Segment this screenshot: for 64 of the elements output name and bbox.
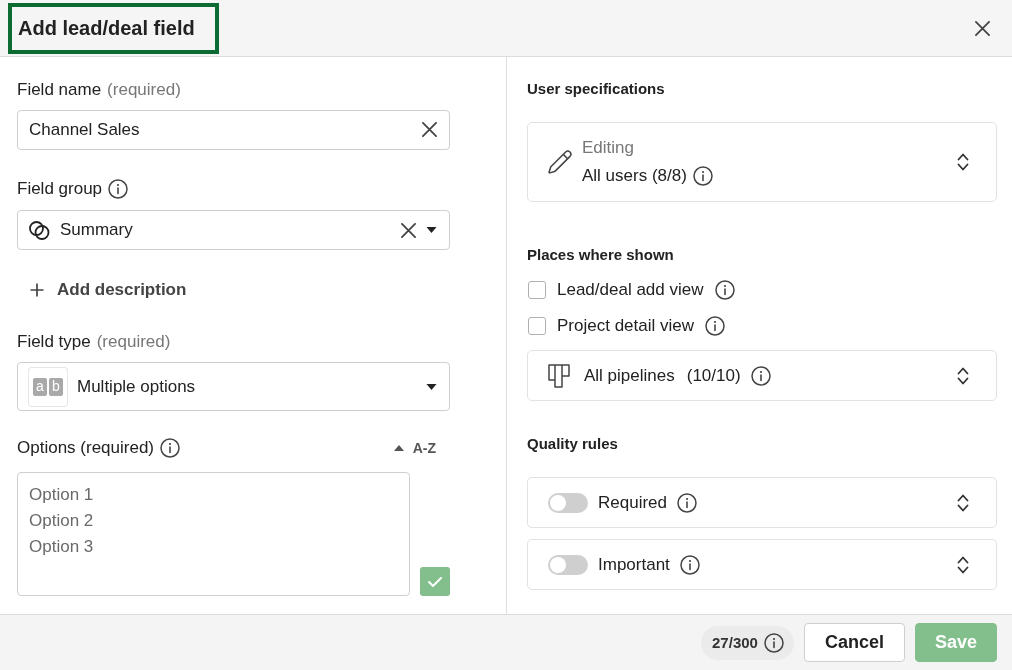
rule-label: Required (598, 492, 667, 513)
cancel-button[interactable]: Cancel (803, 623, 905, 662)
editing-permission-select[interactable]: Editing All users (8/8) (527, 122, 997, 202)
info-icon[interactable] (677, 492, 697, 513)
pipelines-select[interactable]: All pipelines (10/10) (527, 350, 997, 401)
caret-down-icon (426, 227, 437, 233)
pipelines-count: (10/10) (686, 365, 741, 386)
info-icon[interactable] (763, 632, 784, 653)
chevron-up-down-icon (957, 366, 969, 385)
chevron-up-down-icon (957, 493, 969, 512)
toggle-switch[interactable] (548, 554, 588, 575)
field-name-input[interactable]: Channel Sales (17, 110, 450, 150)
chevron-up-down-icon (957, 153, 969, 171)
clear-icon (422, 122, 437, 137)
quality-rule-row[interactable]: Important (527, 539, 997, 590)
info-icon[interactable] (705, 316, 725, 336)
plus-icon (30, 283, 44, 297)
close-button[interactable] (975, 20, 990, 36)
close-icon (975, 20, 990, 36)
check-icon (428, 576, 442, 587)
overlapping-circles-icon (29, 220, 50, 240)
rule-label: Important (598, 554, 670, 575)
checkbox-label: Lead/deal add view (557, 280, 704, 300)
selected-value: Summary (60, 220, 134, 240)
caret-up-icon (393, 445, 404, 451)
permission-value: All users (8/8) (582, 166, 687, 186)
info-icon[interactable] (160, 438, 180, 458)
info-icon[interactable] (750, 365, 771, 386)
required-hint: (required) (107, 80, 181, 100)
field-label: Field type (17, 332, 91, 352)
info-icon[interactable] (108, 179, 129, 199)
clear-button[interactable] (401, 222, 416, 238)
text-type-icon: a b (29, 367, 67, 406)
quality-rule-row[interactable]: Required (527, 477, 997, 528)
pipelines-label: All pipelines (584, 365, 675, 386)
permission-label: Editing (582, 138, 634, 158)
clear-icon (401, 222, 416, 238)
field-type-select[interactable]: a b Multiple options (17, 362, 450, 411)
options-textarea[interactable]: Option 1 Option 2 Option 3 (17, 472, 410, 596)
caret-down-icon (426, 383, 437, 390)
field-group-select[interactable]: Summary (17, 210, 450, 250)
info-icon[interactable] (692, 166, 713, 186)
required-hint: (required) (96, 332, 171, 352)
checkbox-label: Project detail view (557, 316, 694, 336)
section-heading: User specifications (527, 80, 665, 98)
toggle-switch[interactable] (548, 492, 588, 513)
field-label: Field name (17, 80, 102, 100)
chevron-up-down-icon (957, 555, 969, 574)
info-icon[interactable] (714, 280, 735, 300)
clear-button[interactable] (422, 122, 437, 137)
checkbox[interactable] (528, 281, 546, 299)
info-icon[interactable] (679, 554, 700, 575)
dialog-title: Add lead/deal field (8, 2, 219, 54)
field-label: Options (required) (17, 438, 154, 458)
pipeline-columns-icon (548, 363, 570, 388)
checkbox[interactable] (528, 317, 546, 335)
counter-text: 27/300 (712, 634, 758, 651)
section-heading: Quality rules (527, 435, 618, 453)
selected-value: Multiple options (77, 376, 197, 397)
section-heading: Places where shown (527, 246, 674, 264)
sort-button[interactable]: A-Z (393, 440, 436, 456)
pencil-icon (548, 150, 572, 174)
field-label: Field group (17, 179, 103, 199)
add-description-button[interactable]: Add description (30, 278, 187, 302)
